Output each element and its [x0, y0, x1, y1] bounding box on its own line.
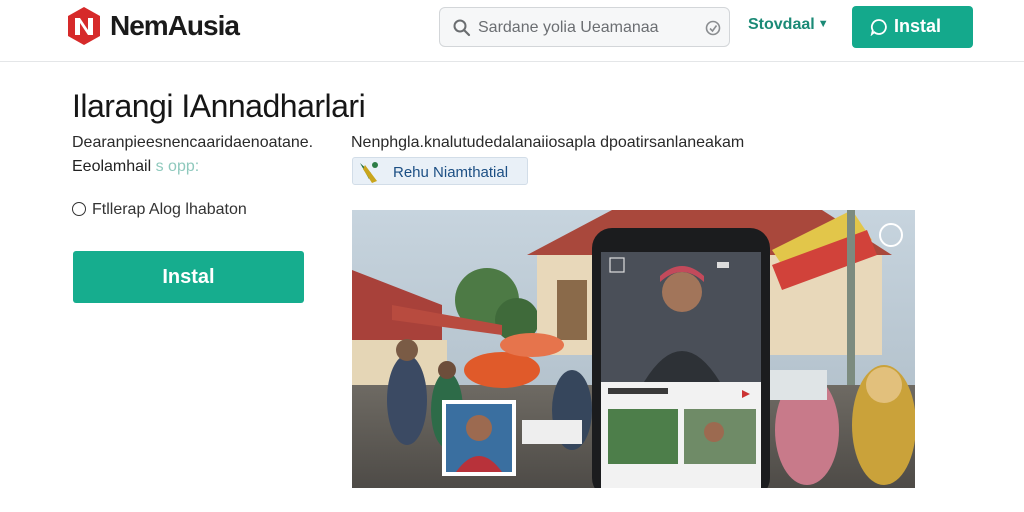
store-dropdown-label: Stovdaal — [748, 16, 815, 33]
search-input[interactable] — [478, 16, 698, 40]
store-dropdown[interactable]: Stovdaal ▼ — [748, 16, 829, 34]
circle-button-icon[interactable] — [879, 223, 903, 247]
header-install-button[interactable]: Instal — [852, 6, 973, 48]
brand-logo-icon[interactable] — [66, 6, 102, 46]
install-button[interactable]: Instal — [73, 251, 304, 303]
category-chip[interactable]: Rehu Niamthatial — [352, 157, 528, 185]
publisher-name[interactable]: Eeolamhail — [72, 158, 151, 175]
search-icon — [453, 19, 471, 37]
market-scene-image — [352, 210, 915, 488]
publisher-suffix: s opp: — [155, 158, 200, 175]
microphone-icon[interactable] — [704, 19, 722, 37]
chip-label: Rehu Niamthatial — [393, 164, 509, 181]
brand-name[interactable]: NemAusia — [110, 10, 240, 42]
app-icon — [360, 162, 378, 183]
header-install-label: Instal — [894, 16, 942, 36]
app-screenshot[interactable] — [352, 210, 915, 488]
app-subtitle: Nenphgla.knalutudedalanaiiosapla dpoatir… — [351, 134, 745, 151]
search-box[interactable] — [439, 7, 730, 47]
rating-row: Ftllerap Alog lhabaton — [72, 201, 247, 219]
app-description: Dearanpieesnencaaridaenoatane. — [72, 134, 314, 151]
rating-text: Ftllerap Alog lhabaton — [92, 201, 247, 218]
publisher: Eeolamhail s opp: — [72, 158, 199, 176]
top-bar: NemAusia Stovdaal▼ Instal — [0, 0, 1024, 62]
chevron-down-icon: ▼ — [817, 18, 829, 30]
page-title: Ilarangi IAnnadharlari — [72, 88, 366, 124]
circle-icon — [72, 202, 86, 216]
chat-bubble-icon — [870, 19, 887, 36]
